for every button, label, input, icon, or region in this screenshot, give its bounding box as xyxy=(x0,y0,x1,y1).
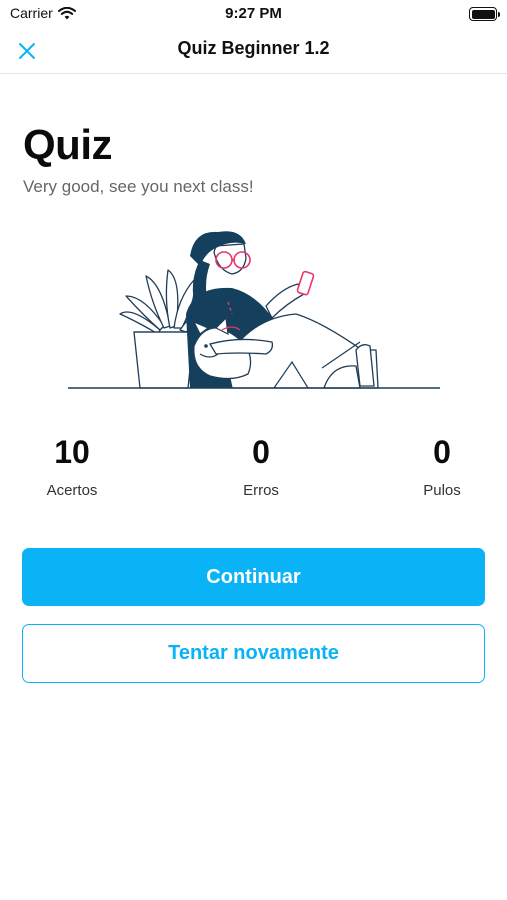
page-title: Quiz xyxy=(23,121,113,168)
status-time: 9:27 PM xyxy=(225,5,282,22)
navigation-bar: Quiz Beginner 1.2 xyxy=(0,28,507,74)
stat-errors-value: 0 xyxy=(252,434,270,470)
retry-button[interactable]: Tentar novamente xyxy=(22,624,485,683)
continue-button[interactable]: Continuar xyxy=(22,548,485,606)
status-bar: Carrier 9:27 PM xyxy=(0,0,507,28)
stat-errors: 0 Erros xyxy=(201,432,321,499)
stat-errors-label: Erros xyxy=(243,482,279,499)
stat-correct-label: Acertos xyxy=(46,482,98,499)
stat-skips-value: 0 xyxy=(433,434,451,470)
nav-title: Quiz Beginner 1.2 xyxy=(177,38,330,58)
battery-icon xyxy=(469,7,500,21)
stat-skips: 0 Pulos xyxy=(382,432,502,499)
woman-with-phone-and-dog-illustration xyxy=(68,231,440,389)
stat-correct: 10 Acertos xyxy=(12,432,132,499)
stat-correct-value: 10 xyxy=(54,434,90,470)
stat-skips-label: Pulos xyxy=(423,482,461,499)
subtitle: Very good, see you next class! xyxy=(23,177,254,196)
